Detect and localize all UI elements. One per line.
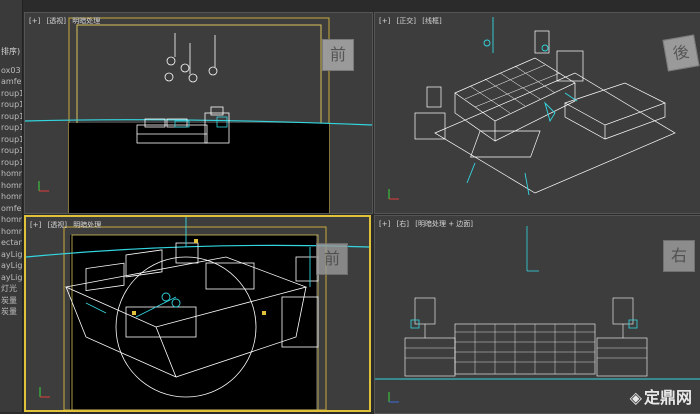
axis-gizmo bbox=[388, 392, 399, 403]
explorer-item[interactable]: ayLig bbox=[0, 260, 22, 272]
viewport-view-menu[interactable]: [透视] bbox=[48, 221, 67, 229]
explorer-item[interactable]: homm bbox=[0, 191, 22, 203]
viewport-top-right[interactable]: [+] [正交] [线框] 後 bbox=[374, 12, 700, 214]
chandelier-wireframe bbox=[164, 33, 218, 83]
sofa-wireframe bbox=[404, 297, 648, 377]
axis-gizmo bbox=[38, 181, 49, 192]
explorer-item[interactable]: roup1 bbox=[0, 157, 22, 169]
explorer-item[interactable]: roup1 bbox=[0, 88, 22, 100]
axis-gizmo bbox=[388, 189, 399, 200]
explorer-item[interactable]: roup1 bbox=[0, 99, 22, 111]
viewport-shading-menu[interactable]: 明暗处理 bbox=[72, 17, 100, 25]
viewport-plus-menu[interactable]: [+] bbox=[379, 220, 390, 228]
viewport-label: [+] [右] [明暗处理 + 边面] bbox=[379, 219, 477, 229]
viewcube[interactable]: 後 bbox=[662, 34, 700, 72]
explorer-item[interactable]: ox03 bbox=[0, 65, 22, 77]
room-wireframe bbox=[414, 30, 676, 194]
viewport-plus-menu[interactable]: [+] bbox=[30, 221, 41, 229]
explorer-item[interactable]: ectan bbox=[0, 237, 22, 249]
viewport-scene bbox=[25, 17, 372, 213]
explorer-item[interactable]: amfe bbox=[0, 76, 22, 88]
explorer-item[interactable]: roup1 bbox=[0, 145, 22, 157]
viewport-label: [+] [透视] 明暗处理 bbox=[29, 16, 104, 26]
viewport-shading-menu[interactable]: [明暗处理 + 边面] bbox=[415, 220, 473, 228]
light-rigs bbox=[466, 17, 578, 196]
viewport-view-menu[interactable]: [正交] bbox=[397, 17, 416, 25]
viewport-top-left[interactable]: [+] [透视] 明暗处理 前 bbox=[24, 12, 373, 214]
explorer-sort-header[interactable]: 排序) bbox=[0, 46, 22, 58]
viewport-scene bbox=[388, 17, 676, 200]
explorer-item[interactable]: 炭量 bbox=[0, 306, 22, 318]
explorer-list: ox03 amfe roup1 roup1 roup1 roup1 roup1 roup1 ro… bbox=[0, 65, 22, 318]
scene-explorer: 排序) ox03 amfe roup1 roup1 roup1 roup1 roup1 rou… bbox=[0, 0, 23, 412]
viewport-plus-menu[interactable]: [+] bbox=[29, 17, 40, 25]
watermark-logo-icon: ◈ bbox=[629, 388, 642, 407]
viewport-view-menu[interactable]: [透视] bbox=[47, 17, 66, 25]
viewport-shading-menu[interactable]: 明暗处理 bbox=[73, 221, 101, 229]
viewcube[interactable]: 前 bbox=[316, 243, 348, 275]
viewport-plus-menu[interactable]: [+] bbox=[379, 17, 390, 25]
axis-gizmo bbox=[39, 387, 50, 398]
light-rigs bbox=[410, 226, 638, 329]
explorer-item[interactable]: 炭量 bbox=[0, 295, 22, 307]
explorer-item[interactable]: ayLig bbox=[0, 272, 22, 284]
explorer-item[interactable]: roup1 bbox=[0, 111, 22, 123]
viewport-label: [+] [正交] [线框] bbox=[379, 16, 446, 26]
watermark-text: 定鼎网 bbox=[643, 388, 692, 407]
viewcube[interactable]: 右 bbox=[663, 240, 695, 272]
viewport-label: [+] [透视] 明暗处理 bbox=[30, 220, 105, 230]
explorer-item[interactable]: roup1 bbox=[0, 134, 22, 146]
ground-plane bbox=[69, 123, 329, 213]
site-watermark: ◈ 定鼎网 bbox=[630, 384, 692, 408]
viewport-view-menu[interactable]: [右] bbox=[397, 220, 409, 228]
viewport-shading-menu[interactable]: [线框] bbox=[422, 17, 441, 25]
explorer-item[interactable]: homm bbox=[0, 180, 22, 192]
explorer-item[interactable]: omfe bbox=[0, 203, 22, 215]
explorer-item[interactable]: roup1 bbox=[0, 122, 22, 134]
explorer-item[interactable]: homm bbox=[0, 214, 22, 226]
scene-background bbox=[70, 235, 316, 410]
explorer-item[interactable]: 灯光 bbox=[0, 283, 22, 295]
viewcube[interactable]: 前 bbox=[322, 39, 354, 71]
viewport-bottom-left-active[interactable]: [+] [透视] 明暗处理 前 bbox=[24, 215, 371, 412]
explorer-item[interactable]: homm bbox=[0, 226, 22, 238]
explorer-item[interactable]: ayLig bbox=[0, 249, 22, 261]
explorer-item[interactable]: homm bbox=[0, 168, 22, 180]
